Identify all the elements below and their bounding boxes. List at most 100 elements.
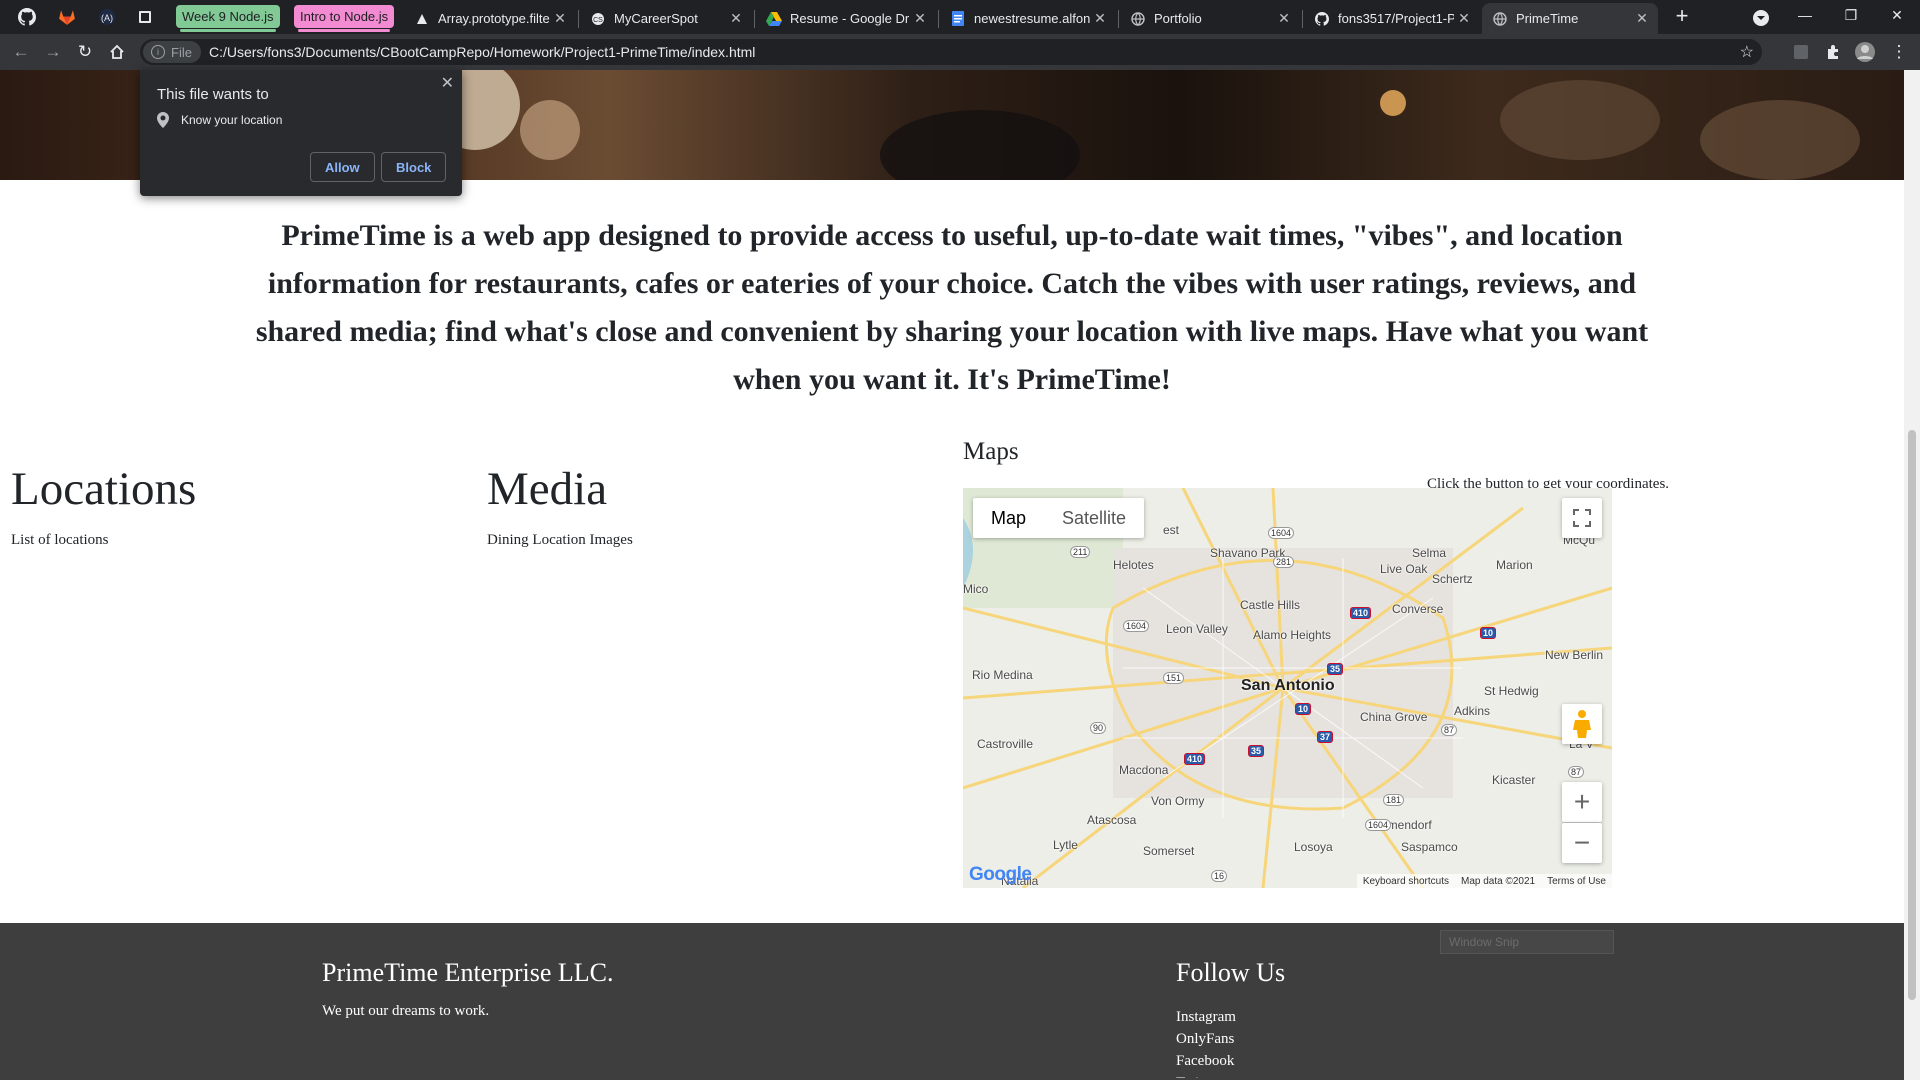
route-shield: 16: [1211, 870, 1228, 882]
reload-button[interactable]: ↻: [72, 40, 98, 64]
map-type-map-button[interactable]: Map: [973, 498, 1044, 538]
tab-mycareerspot[interactable]: CS MyCareerSpot ✕: [580, 3, 752, 34]
map-place: Leon Valley: [1166, 622, 1228, 636]
tab-array-filter[interactable]: Array.prototype.filter( ✕: [404, 3, 576, 34]
google-drive-icon: [766, 11, 782, 27]
tab-search-button[interactable]: [1750, 6, 1772, 30]
tab-newestresume[interactable]: newestresume.alfonso ✕: [940, 3, 1116, 34]
onlyfans-link[interactable]: OnlyFans: [1176, 1028, 1236, 1050]
close-icon[interactable]: ✕: [1454, 10, 1474, 27]
map-place: Selma: [1412, 546, 1447, 560]
route-shield: 37: [1317, 731, 1334, 743]
extension-icon[interactable]: [1788, 40, 1814, 64]
map-place: Converse: [1392, 602, 1444, 616]
puzzle-icon[interactable]: [1820, 40, 1846, 64]
route-shield: 211: [1070, 546, 1091, 558]
site-info-chip[interactable]: i File: [143, 41, 201, 63]
tab-title: Portfolio: [1154, 11, 1202, 26]
tab-title: PrimeTime: [1516, 11, 1579, 26]
angular-icon[interactable]: (A): [96, 5, 118, 29]
map-place: Castroville: [977, 737, 1034, 751]
home-button[interactable]: [104, 40, 130, 64]
bookmark-star-icon[interactable]: ☆: [1740, 42, 1754, 62]
map-place: Somerset: [1143, 844, 1195, 858]
route-shield: 90: [1090, 722, 1107, 734]
minimize-button[interactable]: —: [1782, 0, 1828, 30]
bookmark-week9[interactable]: Week 9 Node.js: [176, 5, 280, 32]
map-place: est: [1163, 523, 1180, 537]
map-type-satellite-button[interactable]: Satellite: [1044, 498, 1144, 538]
map-data-text: Map data ©2021: [1461, 875, 1536, 887]
intro-paragraph: PrimeTime is a web app designed to provi…: [255, 219, 1649, 396]
tab-github-project[interactable]: fons3517/Project1-Pri ✕: [1304, 3, 1480, 34]
tab-resume-drive[interactable]: Resume - Google Driv ✕: [756, 3, 936, 34]
block-button[interactable]: Block: [381, 152, 447, 182]
twitter-link[interactable]: Twitter: [1176, 1072, 1236, 1078]
media-images-text: Dining Location Images: [487, 532, 633, 548]
route-shield: 410: [1184, 753, 1206, 765]
svg-text:(A): (A): [101, 13, 113, 23]
permission-item: Know your location: [157, 112, 282, 128]
back-button[interactable]: ←: [8, 40, 34, 64]
menu-icon[interactable]: ⋮: [1886, 40, 1912, 64]
close-icon[interactable]: ✕: [910, 10, 930, 27]
restore-button[interactable]: ❐: [1828, 0, 1874, 30]
svg-text:CS: CS: [593, 17, 603, 24]
tab-title: newestresume.alfonso: [974, 11, 1090, 26]
fullscreen-icon[interactable]: [1562, 498, 1602, 538]
globe-icon: [1492, 11, 1508, 27]
careerspot-icon: CS: [590, 11, 606, 27]
site-footer: [0, 923, 1904, 1080]
book-icon[interactable]: [134, 5, 156, 29]
close-icon[interactable]: ✕: [1090, 10, 1110, 27]
route-shield: 35: [1248, 745, 1265, 757]
close-icon[interactable]: ✕: [1274, 10, 1294, 27]
tab-portfolio[interactable]: Portfolio ✕: [1120, 3, 1300, 34]
allow-button[interactable]: Allow: [310, 152, 375, 182]
browser-toolbar: ← → ↻ i File C:/Users/fons3/Documents/CB…: [0, 34, 1920, 70]
close-icon[interactable]: ✕: [441, 73, 454, 93]
map-place: Adkins: [1454, 704, 1491, 718]
instagram-link[interactable]: Instagram: [1176, 1006, 1236, 1028]
map-place: Macdona: [1119, 763, 1169, 777]
map-place-san-antonio: San Antonio: [1241, 677, 1335, 694]
info-icon: i: [151, 45, 165, 59]
map-attribution: Keyboard shortcuts Map data ©2021 Terms …: [1356, 874, 1612, 888]
google-logo: Google: [969, 864, 1032, 885]
close-icon[interactable]: ✕: [726, 10, 746, 27]
avatar[interactable]: [1852, 40, 1878, 64]
pegman-icon[interactable]: [1562, 704, 1602, 744]
route-shield: 35: [1327, 663, 1344, 675]
permission-item-label: Know your location: [181, 113, 283, 127]
map-place: Marion: [1496, 558, 1533, 572]
bookmark-intro-node[interactable]: Intro to Node.js: [294, 5, 395, 32]
location-pin-icon: [157, 112, 169, 128]
snip-overlay: Window Snip: [1440, 930, 1614, 954]
keyboard-shortcuts-link[interactable]: Keyboard shortcuts: [1363, 876, 1449, 887]
new-tab-button[interactable]: +: [1670, 3, 1694, 28]
footer-follow-heading: Follow Us: [1176, 958, 1286, 987]
url-text[interactable]: C:/Users/fons3/Documents/CBootCampRepo/H…: [209, 44, 755, 60]
tab-strip: (A) Week 9 Node.js Intro to Node.js Arra…: [0, 0, 1920, 34]
address-bar[interactable]: i File C:/Users/fons3/Documents/CBootCam…: [140, 39, 1762, 65]
google-map[interactable]: est Helotes Shavano Park Live Oak Selma …: [963, 488, 1612, 888]
page-scrollbar[interactable]: [1904, 70, 1920, 1080]
tab-primetime[interactable]: PrimeTime ✕: [1482, 3, 1658, 34]
close-icon[interactable]: ✕: [1632, 10, 1652, 27]
locations-list-text: List of locations: [11, 532, 109, 548]
map-place: New Berlin: [1545, 648, 1604, 662]
facebook-link[interactable]: Facebook: [1176, 1050, 1236, 1072]
close-icon[interactable]: ✕: [550, 10, 570, 27]
map-place: Rio Medina: [972, 668, 1033, 682]
map-place: Helotes: [1113, 558, 1154, 572]
zoom-out-button[interactable]: −: [1562, 823, 1602, 863]
terms-of-use-link[interactable]: Terms of Use: [1547, 876, 1606, 887]
forward-button[interactable]: →: [40, 40, 66, 64]
github-icon[interactable]: [16, 5, 38, 29]
scrollbar-thumb[interactable]: [1908, 430, 1916, 1000]
github-icon: [1314, 11, 1330, 27]
route-shield: 281: [1273, 556, 1295, 568]
zoom-in-button[interactable]: +: [1562, 782, 1602, 822]
gitlab-icon[interactable]: [56, 5, 78, 29]
close-window-button[interactable]: ✕: [1874, 0, 1920, 30]
